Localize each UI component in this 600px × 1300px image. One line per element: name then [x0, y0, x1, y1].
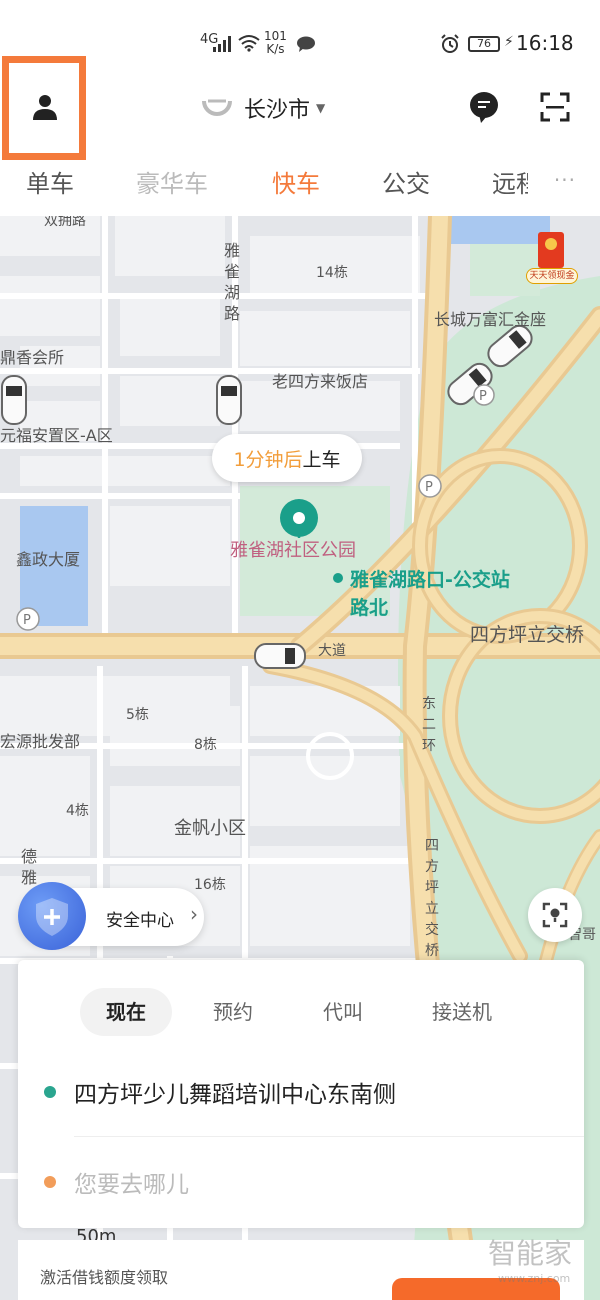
- map-label: 双拥路: [44, 216, 86, 229]
- city-selector[interactable]: 长沙市 ▼: [200, 90, 325, 126]
- watermark-url: www.znj.com: [498, 1272, 571, 1285]
- map-label: 4栋: [66, 803, 89, 819]
- pickup-eta-bubble[interactable]: 1分钟后 上车: [212, 434, 362, 482]
- map-label: 14栋: [316, 265, 348, 281]
- origin-field[interactable]: 四方坪少儿舞蹈培训中心东南侧: [18, 1062, 584, 1122]
- charging-icon: ⚡: [504, 34, 514, 50]
- safety-center-label: 安全中心: [106, 911, 174, 931]
- mode-schedule[interactable]: 预约: [190, 988, 276, 1036]
- svg-text:P: P: [479, 389, 487, 404]
- map-label: 鼎香会所: [0, 348, 65, 367]
- chat-notification-icon: [297, 36, 315, 52]
- origin-dot-icon: [44, 1086, 56, 1098]
- wifi-icon: [238, 35, 260, 52]
- map-label: 鑫政大厦: [16, 550, 81, 569]
- map-label: 5栋: [126, 707, 149, 723]
- pickup-eta: 1分钟后: [233, 448, 303, 471]
- map-label: 四方坪立交桥: [470, 624, 585, 646]
- loan-text: 激活借钱额度领取: [40, 1268, 169, 1287]
- map-label: 宏源批发部: [0, 732, 81, 751]
- map-label: 老四方来饭店: [272, 372, 369, 391]
- chevron-right-icon: ›: [190, 902, 198, 926]
- map-label: 东二环: [422, 696, 436, 754]
- tab-express[interactable]: 快车: [272, 164, 320, 199]
- tab-bike[interactable]: 单车: [26, 164, 74, 199]
- map-label: 四方坪立交桥: [425, 838, 439, 959]
- pickup-action: 上车: [302, 448, 341, 471]
- clock: 16:18: [516, 31, 574, 55]
- mode-call-for-others[interactable]: 代叫: [300, 988, 386, 1036]
- safety-center-button[interactable]: 安全中心 ›: [18, 882, 204, 950]
- destination-placeholder: 您要去哪儿: [74, 1172, 189, 1198]
- map-label: 长城万富汇金座: [434, 310, 547, 329]
- map-label: 16栋: [194, 877, 226, 893]
- city-name: 长沙市: [244, 98, 311, 123]
- message-icon[interactable]: [469, 90, 499, 124]
- speed-unit: K/s: [266, 42, 285, 56]
- tab-luxury[interactable]: 豪华车: [136, 164, 208, 199]
- origin-address: 四方坪少儿舞蹈培训中心东南侧: [74, 1082, 396, 1108]
- watermark: 智能家: [488, 1237, 573, 1270]
- tab-long-distance[interactable]: 远程: [492, 164, 528, 199]
- mode-now[interactable]: 现在: [80, 988, 172, 1036]
- locate-button[interactable]: [528, 888, 582, 942]
- signal-icon: [213, 36, 231, 52]
- more-tabs-icon[interactable]: ···: [554, 168, 576, 192]
- destination-dot-icon: [44, 1176, 56, 1188]
- scan-icon[interactable]: [540, 92, 570, 122]
- locate-icon: [542, 902, 568, 928]
- map-label: 金帆小区: [174, 818, 246, 839]
- tab-bus[interactable]: 公交: [382, 164, 430, 199]
- bus-stop-label[interactable]: 雅雀湖路口-公交站路北: [350, 566, 510, 622]
- divider: [74, 1136, 584, 1137]
- red-packet-label[interactable]: 天天领现金: [526, 268, 578, 284]
- user-icon: [33, 95, 57, 120]
- map-label: 雅雀湖路: [223, 241, 240, 323]
- map-label: 雅雀湖社区公园: [230, 540, 356, 561]
- alarm-icon: [441, 34, 459, 53]
- service-tabs: 单车 豪华车 快车 公交 远程 ···: [0, 160, 600, 216]
- caret-down-icon: ▼: [316, 101, 326, 115]
- shield-icon: [18, 882, 86, 950]
- status-bar: 4G 101 K/s 76 ⚡ 16:18: [0, 0, 600, 78]
- mode-airport[interactable]: 接送机: [412, 988, 512, 1036]
- network-speed: 101 K/s: [264, 30, 287, 56]
- map-label: 大道: [318, 643, 346, 659]
- map-label: 8栋: [194, 737, 217, 753]
- ride-request-card: 现在 预约 代叫 接送机 四方坪少儿舞蹈培训中心东南侧 您要去哪儿: [18, 960, 584, 1228]
- didi-logo-icon: [202, 99, 232, 116]
- svg-text:P: P: [425, 480, 433, 495]
- destination-field[interactable]: 您要去哪儿: [18, 1152, 584, 1212]
- map-label: 元福安置区-A区: [0, 426, 113, 445]
- svg-text:P: P: [23, 613, 31, 628]
- profile-button[interactable]: [2, 56, 86, 160]
- battery-indicator: 76: [468, 36, 500, 52]
